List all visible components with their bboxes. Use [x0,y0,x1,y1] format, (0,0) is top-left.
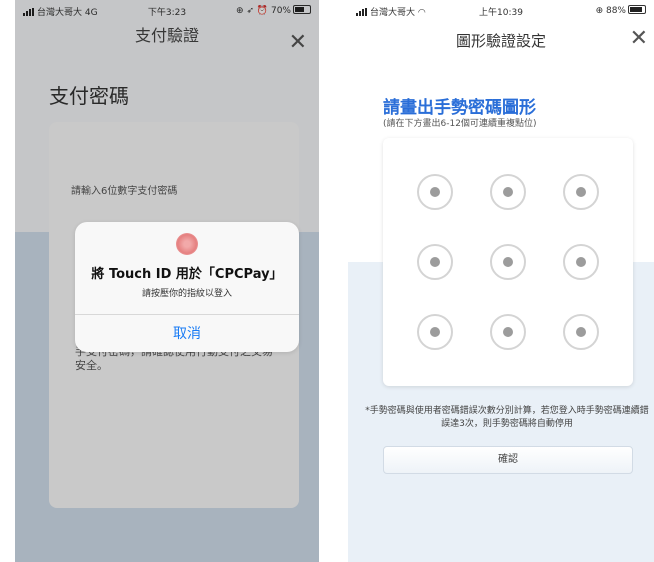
battery-icon [628,5,646,14]
gesture-dot[interactable] [563,174,599,210]
gesture-dot[interactable] [490,244,526,280]
gesture-note: *手勢密碼與使用者密碼錯誤次數分別計算，若您登入時手勢密碼連續錯誤達3次，則手勢… [365,406,649,429]
gesture-dot[interactable] [490,174,526,210]
page-subtitle: (請在下方畫出6-12個可連續重複點位) [383,119,537,129]
nav-title: 圖形驗證設定 [455,32,546,50]
status-right: ⊕ 88% [596,5,646,16]
gesture-dot[interactable] [563,244,599,280]
cancel-button[interactable]: 取消 [75,323,299,343]
confirm-button[interactable]: 確認 [383,446,633,474]
gesture-dot[interactable] [417,314,453,350]
alert-divider [75,314,299,315]
fingerprint-icon [176,233,198,255]
alert-message: 請按壓你的指紋以登入 [141,289,232,299]
alert-title: 將 Touch ID 用於「CPCPay」 [91,267,283,282]
close-icon[interactable]: ✕ [630,28,648,50]
payment-verification-screen: 台灣大哥大 4G 下午3:23 ⊕ ➶ ⏰ 70% 支付驗證 ✕ 支付密碼 請輸… [15,0,319,562]
gesture-dot[interactable] [417,174,453,210]
status-bar: 台灣大哥大 ◠ 上午10:39 ⊕ 88% [348,0,654,20]
gesture-setup-screen: 台灣大哥大 ◠ 上午10:39 ⊕ 88% 圖形驗證設定 ✕ 請畫出手勢密碼圖形… [348,0,654,562]
page-title: 請畫出手勢密碼圖形 [383,98,536,118]
gesture-dot[interactable] [417,244,453,280]
battery-percent: 88% [605,6,626,16]
touch-id-alert: 將 Touch ID 用於「CPCPay」 請按壓你的指紋以登入 取消 [75,222,299,352]
gesture-dot[interactable] [490,314,526,350]
rotation-lock-icon: ⊕ [595,6,604,16]
gesture-pad[interactable] [383,138,633,386]
gesture-dot[interactable] [563,314,599,350]
